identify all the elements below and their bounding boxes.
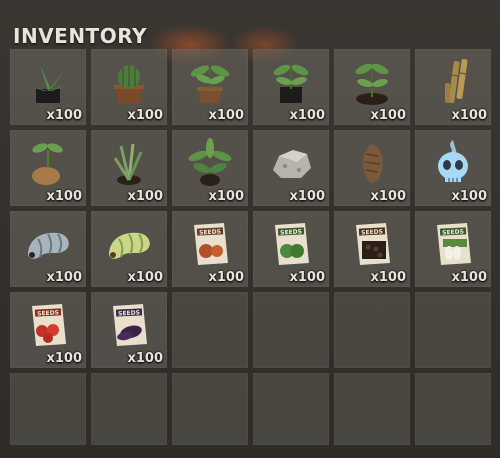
item-quantity: x100 xyxy=(208,108,244,123)
item-quantity: x100 xyxy=(127,108,163,123)
green-grub-icon xyxy=(99,217,159,269)
item-quantity: x100 xyxy=(289,108,325,123)
cactus-pot-icon xyxy=(99,55,159,107)
sapling-pot-dark-icon xyxy=(261,55,321,107)
item-quantity: x100 xyxy=(370,108,406,123)
inventory-slot[interactable]: SEEDS x100 xyxy=(10,292,86,368)
inventory-slot[interactable]: x100 xyxy=(415,49,491,125)
inventory-slot[interactable]: x100 xyxy=(91,130,167,206)
inventory-slot-empty[interactable] xyxy=(91,373,167,445)
item-quantity: x100 xyxy=(451,108,487,123)
bean-seeds-packet-icon: SEEDS xyxy=(342,217,402,269)
item-quantity: x100 xyxy=(451,270,487,285)
inventory-slot-empty[interactable] xyxy=(253,292,329,368)
item-quantity: x100 xyxy=(208,189,244,204)
onion-seeds-packet-icon: SEEDS xyxy=(180,217,240,269)
inventory-slot-empty[interactable] xyxy=(415,292,491,368)
eggplant-seeds-packet-icon: SEEDS xyxy=(99,298,159,350)
packet-label: SEEDS xyxy=(199,228,221,236)
potato-sprout-icon xyxy=(18,136,78,188)
item-quantity: x100 xyxy=(289,270,325,285)
packet-label: SEEDS xyxy=(442,228,464,236)
inventory-slot[interactable]: x100 xyxy=(253,49,329,125)
radish-seeds-packet-icon: SEEDS xyxy=(423,217,483,269)
sapling-soil-icon xyxy=(342,55,402,107)
inventory-slot[interactable]: x100 xyxy=(91,211,167,287)
inventory-slot[interactable]: x100 xyxy=(172,49,248,125)
taro-root-icon xyxy=(342,136,402,188)
inventory-slot[interactable]: SEEDS x100 xyxy=(253,211,329,287)
inventory-slot[interactable]: x100 xyxy=(172,130,248,206)
inventory-slot[interactable]: x100 xyxy=(91,49,167,125)
inventory-slot[interactable]: x100 xyxy=(253,130,329,206)
packet-label: SEEDS xyxy=(280,228,302,236)
inventory-slot-empty[interactable] xyxy=(334,292,410,368)
item-quantity: x100 xyxy=(370,189,406,204)
item-quantity: x100 xyxy=(127,189,163,204)
item-quantity: x100 xyxy=(127,351,163,366)
item-quantity: x100 xyxy=(370,270,406,285)
item-quantity: x100 xyxy=(127,270,163,285)
inventory-grid: x100 x100 x100 x100 x100 x100 x100 x100 … xyxy=(10,49,491,449)
item-quantity: x100 xyxy=(46,270,82,285)
grass-sprout-icon xyxy=(99,136,159,188)
item-quantity: x100 xyxy=(46,189,82,204)
inventory-slot-empty[interactable] xyxy=(10,373,86,445)
inventory-title: INVENTORY xyxy=(13,24,147,48)
grey-grub-icon xyxy=(18,217,78,269)
leafy-plant-icon xyxy=(180,136,240,188)
item-quantity: x100 xyxy=(46,108,82,123)
packet-label: SEEDS xyxy=(361,228,383,236)
item-quantity: x100 xyxy=(289,189,325,204)
packet-label: SEEDS xyxy=(37,309,59,317)
inventory-slot[interactable]: x100 xyxy=(334,130,410,206)
inventory-slot[interactable]: x100 xyxy=(10,130,86,206)
packet-label: SEEDS xyxy=(118,309,140,317)
item-quantity: x100 xyxy=(451,189,487,204)
inventory-slot-empty[interactable] xyxy=(172,373,248,445)
sapling-pot-icon xyxy=(180,55,240,107)
inventory-slot[interactable]: SEEDS x100 xyxy=(91,292,167,368)
inventory-slot-empty[interactable] xyxy=(415,373,491,445)
inventory-slot[interactable]: SEEDS x100 xyxy=(172,211,248,287)
salt-rock-icon xyxy=(261,136,321,188)
cabbage-seeds-packet-icon: SEEDS xyxy=(261,217,321,269)
ghost-skull-icon xyxy=(423,136,483,188)
tomato-seeds-packet-icon: SEEDS xyxy=(18,298,78,350)
inventory-slot[interactable]: SEEDS x100 xyxy=(334,211,410,287)
inventory-slot[interactable]: x100 xyxy=(334,49,410,125)
inventory-slot[interactable]: SEEDS x100 xyxy=(415,211,491,287)
inventory-slot-empty[interactable] xyxy=(172,292,248,368)
inventory-slot[interactable]: x100 xyxy=(10,49,86,125)
bamboo-sticks-icon xyxy=(423,55,483,107)
inventory-slot-empty[interactable] xyxy=(253,373,329,445)
inventory-slot[interactable]: x100 xyxy=(415,130,491,206)
item-quantity: x100 xyxy=(46,351,82,366)
item-quantity: x100 xyxy=(208,270,244,285)
aloe-plant-pot-icon xyxy=(18,55,78,107)
inventory-slot[interactable]: x100 xyxy=(10,211,86,287)
inventory-slot-empty[interactable] xyxy=(334,373,410,445)
